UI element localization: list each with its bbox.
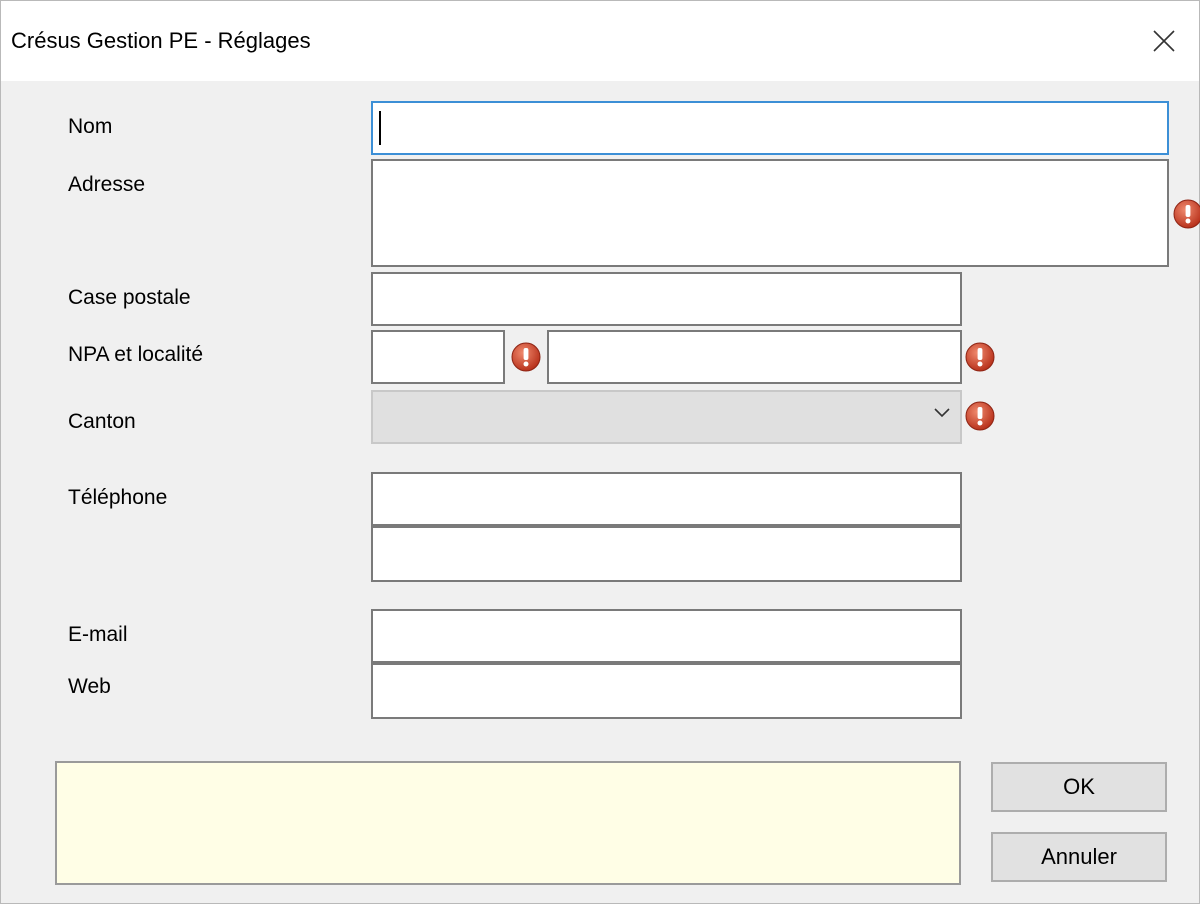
telephone-input-2[interactable] xyxy=(371,526,962,582)
message-area xyxy=(55,761,961,885)
npa-error-icon xyxy=(511,342,541,372)
telephone-input-1[interactable] xyxy=(371,472,962,526)
web-input[interactable] xyxy=(371,663,962,719)
settings-dialog: Crésus Gestion PE - Réglages Nom Adresse… xyxy=(0,0,1200,904)
email-input[interactable] xyxy=(371,609,962,663)
adresse-input[interactable] xyxy=(371,159,1169,267)
title-bar: Crésus Gestion PE - Réglages xyxy=(1,1,1199,81)
cancel-button[interactable]: Annuler xyxy=(991,832,1167,882)
case-postale-label: Case postale xyxy=(68,286,191,309)
close-icon xyxy=(1153,30,1175,52)
localite-input[interactable] xyxy=(547,330,962,384)
nom-input[interactable] xyxy=(371,101,1169,155)
adresse-error-icon xyxy=(1173,199,1200,229)
npa-localite-label: NPA et localité xyxy=(68,343,204,366)
nom-label: Nom xyxy=(68,115,113,138)
canton-dropdown[interactable] xyxy=(371,390,962,444)
close-button[interactable] xyxy=(1129,1,1199,81)
web-label: Web xyxy=(68,675,111,698)
localite-error-icon xyxy=(965,342,995,372)
canton-label: Canton xyxy=(68,410,136,433)
telephone-label: Téléphone xyxy=(68,486,168,509)
email-label: E-mail xyxy=(68,623,128,646)
ok-button[interactable]: OK xyxy=(991,762,1167,812)
case-postale-input[interactable] xyxy=(371,272,962,326)
canton-error-icon xyxy=(965,401,995,431)
npa-input[interactable] xyxy=(371,330,505,384)
window-title: Crésus Gestion PE - Réglages xyxy=(11,28,311,53)
adresse-label: Adresse xyxy=(68,173,146,196)
text-caret xyxy=(379,111,381,145)
chevron-down-icon xyxy=(934,408,950,418)
